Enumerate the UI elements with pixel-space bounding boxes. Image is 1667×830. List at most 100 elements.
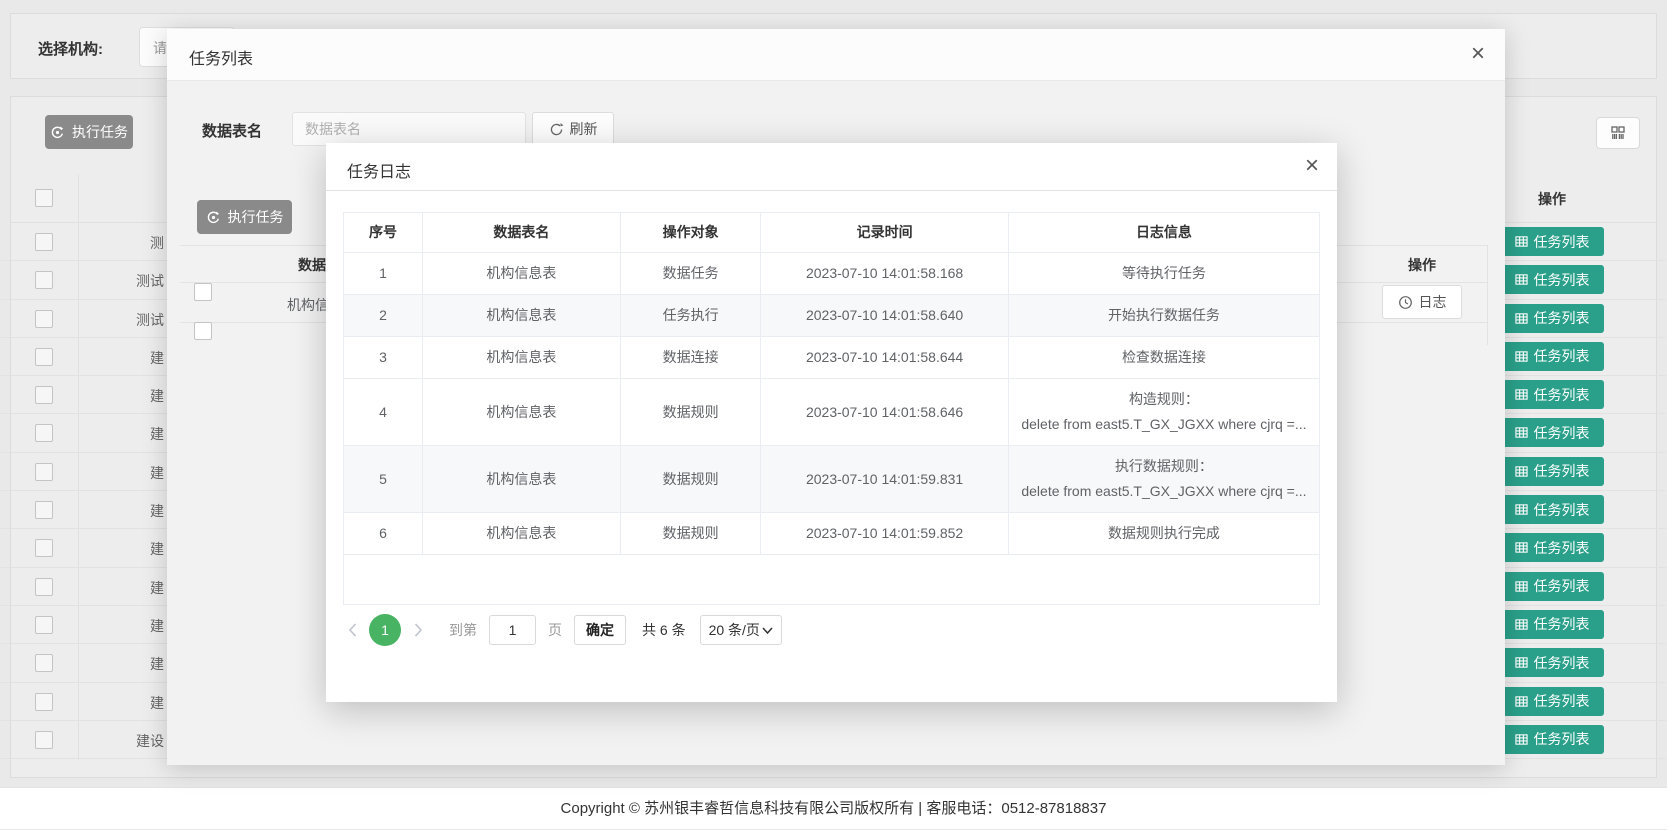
task-list-button[interactable]: 任务列表 bbox=[1500, 572, 1604, 601]
cell-table-name: 机构信息表 bbox=[423, 295, 621, 336]
table-icon bbox=[1515, 273, 1528, 286]
row-checkbox[interactable] bbox=[35, 271, 53, 289]
cell-target: 数据任务 bbox=[621, 253, 761, 294]
task-list-button[interactable]: 任务列表 bbox=[1500, 495, 1604, 524]
row-checkbox[interactable] bbox=[35, 501, 53, 519]
refresh-icon bbox=[549, 122, 564, 137]
row-checkbox[interactable] bbox=[35, 348, 53, 366]
row-label-partial: 测 bbox=[100, 233, 164, 253]
cell-time: 2023-07-10 14:01:58.168 bbox=[761, 253, 1009, 294]
column-settings-button[interactable] bbox=[1596, 117, 1640, 149]
cell-table-name: 机构信息表 bbox=[423, 379, 621, 445]
table-icon bbox=[1515, 695, 1528, 708]
cell-time: 2023-07-10 14:01:59.852 bbox=[761, 513, 1009, 554]
log-button[interactable]: 日志 bbox=[1382, 285, 1462, 319]
execute-task-button[interactable]: 执行任务 bbox=[45, 115, 133, 149]
task-list-button[interactable]: 任务列表 bbox=[1500, 380, 1604, 409]
row-checkbox[interactable] bbox=[35, 616, 53, 634]
task-list-button[interactable]: 任务列表 bbox=[1500, 610, 1604, 639]
column-header: 序号 bbox=[344, 213, 423, 252]
cell-target: 数据连接 bbox=[621, 337, 761, 378]
row-checkbox[interactable] bbox=[35, 693, 53, 711]
row-checkbox[interactable] bbox=[35, 654, 53, 672]
row-checkbox[interactable] bbox=[35, 578, 53, 596]
select-all-checkbox[interactable] bbox=[35, 189, 53, 207]
task-list-button[interactable]: 任务列表 bbox=[1500, 265, 1604, 294]
cell-table-name: 机构信息表 bbox=[423, 337, 621, 378]
cell-index: 2 bbox=[344, 295, 423, 336]
column-settings-icon bbox=[1609, 124, 1627, 142]
cell-time: 2023-07-10 14:01:59.831 bbox=[761, 446, 1009, 512]
row-checkbox[interactable] bbox=[35, 424, 53, 442]
current-page-button[interactable]: 1 bbox=[369, 614, 401, 646]
table-icon bbox=[1515, 503, 1528, 516]
cell-table-name: 机构信息表 bbox=[423, 253, 621, 294]
task-list-button[interactable]: 任务列表 bbox=[1500, 227, 1604, 256]
task-log-modal-title: 任务日志 bbox=[347, 158, 411, 182]
row-label-partial: 建 bbox=[100, 386, 164, 406]
footer-copyright: Copyright © 苏州银丰睿哲信息科技有限公司版权所有 | 客服电话：05… bbox=[0, 787, 1667, 829]
task-list-button[interactable]: 任务列表 bbox=[1500, 304, 1604, 333]
cell-log-message: 数据规则执行完成 bbox=[1009, 513, 1319, 554]
cell-log-message: 执行数据规则： delete from east5.T_GX_JGXX wher… bbox=[1009, 446, 1319, 512]
row-label-partial: 建 bbox=[100, 539, 164, 559]
total-count-label: 共 6 条 bbox=[642, 620, 686, 640]
task-list-button[interactable]: 任务列表 bbox=[1500, 648, 1604, 677]
table-row: 5 机构信息表 数据规则 2023-07-10 14:01:59.831 执行数… bbox=[344, 446, 1319, 513]
table-icon bbox=[1515, 235, 1528, 248]
table-icon bbox=[1515, 388, 1528, 401]
confirm-page-button[interactable]: 确定 bbox=[574, 615, 626, 645]
pagination-bar: 1 到第 页 确定 共 6 条 20 条/页 bbox=[343, 614, 782, 646]
org-select-label: 选择机构: bbox=[38, 38, 103, 59]
task-list-button[interactable]: 任务列表 bbox=[1500, 418, 1604, 447]
close-icon[interactable]: × bbox=[1471, 43, 1485, 65]
row-checkbox[interactable] bbox=[35, 463, 53, 481]
row-checkbox[interactable] bbox=[35, 731, 53, 749]
cell-target: 任务执行 bbox=[621, 295, 761, 336]
page-unit-label: 页 bbox=[548, 620, 562, 640]
row-label-partial: 建 bbox=[100, 501, 164, 521]
task-list-button[interactable]: 任务列表 bbox=[1500, 687, 1604, 716]
table-icon bbox=[1515, 350, 1528, 363]
row-label-partial: 建 bbox=[100, 654, 164, 674]
row-label-partial: 建 bbox=[100, 348, 164, 368]
goto-page-input[interactable] bbox=[489, 615, 536, 645]
execute-icon bbox=[50, 125, 65, 140]
column-header: 日志信息 bbox=[1009, 213, 1319, 252]
row-checkbox[interactable] bbox=[194, 322, 212, 340]
close-icon[interactable]: × bbox=[1305, 155, 1319, 177]
table-icon bbox=[1515, 656, 1528, 669]
row-label-partial: 测试 bbox=[100, 310, 164, 330]
row-checkbox[interactable] bbox=[35, 233, 53, 251]
prev-page-icon[interactable] bbox=[343, 614, 361, 646]
cell-index: 5 bbox=[344, 446, 423, 512]
page-size-select[interactable]: 20 条/页 bbox=[700, 615, 782, 645]
cell-log-message: 检查数据连接 bbox=[1009, 337, 1319, 378]
task-log-modal: 任务日志 × 序号 数据表名 操作对象 记录时间 日志信息 1 机构信息表 数据… bbox=[326, 143, 1337, 702]
next-page-icon[interactable] bbox=[409, 614, 427, 646]
row-checkbox[interactable] bbox=[35, 310, 53, 328]
row-checkbox[interactable] bbox=[35, 539, 53, 557]
table-icon bbox=[1515, 426, 1528, 439]
cell-index: 6 bbox=[344, 513, 423, 554]
row-checkbox[interactable] bbox=[35, 386, 53, 404]
table-row: 4 机构信息表 数据规则 2023-07-10 14:01:58.646 构造规… bbox=[344, 379, 1319, 446]
task-list-button[interactable]: 任务列表 bbox=[1500, 342, 1604, 371]
table-name-input[interactable] bbox=[292, 112, 526, 146]
execute-task-button[interactable]: 执行任务 bbox=[197, 200, 292, 234]
task-list-button[interactable]: 任务列表 bbox=[1500, 533, 1604, 562]
task-list-button[interactable]: 任务列表 bbox=[1500, 457, 1604, 486]
row-label-partial: 建设 bbox=[100, 731, 164, 751]
task-list-button[interactable]: 任务列表 bbox=[1500, 725, 1604, 754]
refresh-button[interactable]: 刷新 bbox=[532, 112, 614, 146]
cell-table-name: 机构信息表 bbox=[423, 513, 621, 554]
cell-log-message: 构造规则： delete from east5.T_GX_JGXX where … bbox=[1009, 379, 1319, 445]
table-icon bbox=[1515, 618, 1528, 631]
task-log-table-body: 1 机构信息表 数据任务 2023-07-10 14:01:58.168 等待执… bbox=[344, 253, 1319, 555]
select-all-checkbox[interactable] bbox=[194, 283, 212, 301]
chevron-down-icon bbox=[762, 627, 773, 634]
clock-icon bbox=[1398, 295, 1413, 310]
cell-table-name: 机构信息表 bbox=[423, 446, 621, 512]
cell-target: 数据规则 bbox=[621, 513, 761, 554]
table-icon bbox=[1515, 541, 1528, 554]
